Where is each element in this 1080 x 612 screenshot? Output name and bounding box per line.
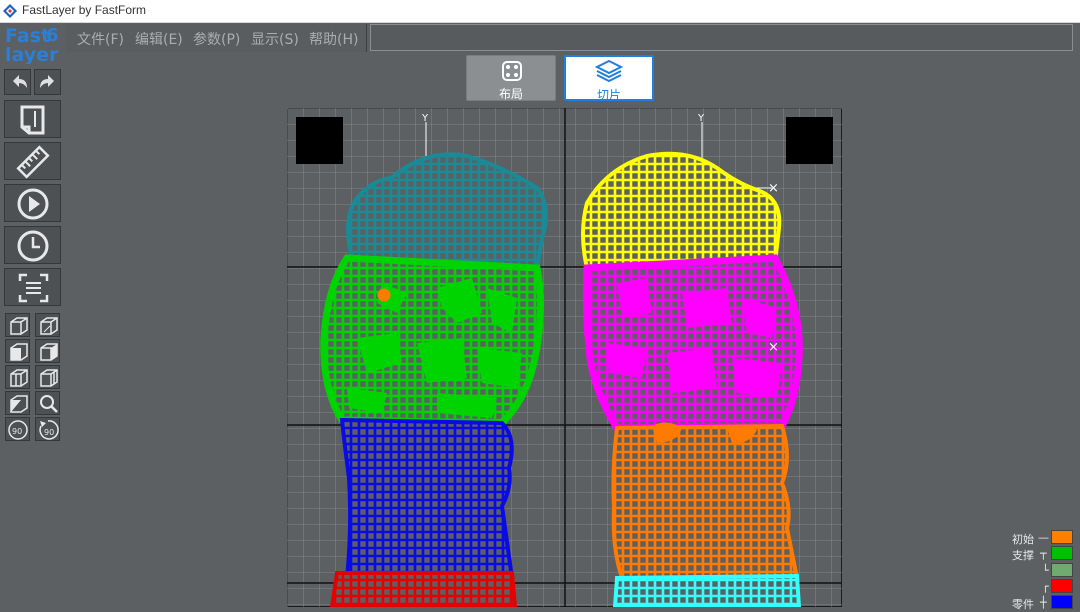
rotate-ccw-90-button[interactable]: 90 xyxy=(35,417,60,441)
svg-text:90: 90 xyxy=(12,427,22,436)
rotate-ccw-90-icon: 90 xyxy=(39,420,59,440)
open-file-icon xyxy=(20,105,45,135)
rotate-cw-90-button[interactable]: 90 xyxy=(5,417,30,441)
view-front-button[interactable] xyxy=(5,339,30,363)
origin-marker xyxy=(377,288,391,302)
redo-icon xyxy=(40,75,54,88)
view-bottom-button[interactable] xyxy=(35,313,60,337)
corner-marker-right xyxy=(786,117,833,164)
measure-button[interactable] xyxy=(4,142,61,180)
legend-support-swatch xyxy=(1051,546,1073,560)
view-back-button[interactable] xyxy=(35,339,60,363)
slice-mode-button[interactable]: 切片 xyxy=(564,55,654,102)
left-sole-base-region xyxy=(329,571,518,607)
scan-button[interactable] xyxy=(4,268,61,306)
command-input[interactable] xyxy=(370,24,1073,51)
app-logo-icon xyxy=(3,4,17,18)
cube-left-icon xyxy=(10,369,28,387)
rotate-cw-90-icon: 90 xyxy=(8,420,28,440)
svg-text:90: 90 xyxy=(44,428,54,437)
cube-top-icon xyxy=(10,317,28,335)
fastlayer-logo: Fast 6 layer xyxy=(2,24,62,64)
legend-initial-swatch xyxy=(1051,530,1073,544)
zoom-button[interactable] xyxy=(35,391,60,415)
legend-support-label: 支撑 xyxy=(1012,549,1034,562)
legend-part-top-connector: ┌ xyxy=(1042,580,1049,593)
history-button[interactable] xyxy=(4,226,61,264)
cube-back-icon xyxy=(40,343,58,361)
legend-initial-connector: — xyxy=(1038,531,1049,544)
axis-y-label-left: Y xyxy=(421,113,429,124)
view-right-button[interactable] xyxy=(35,365,60,389)
menu-edit[interactable]: 编辑(E) xyxy=(135,29,183,49)
legend-part-connector: ┼ xyxy=(1040,596,1047,609)
legend-support-2-swatch xyxy=(1051,563,1073,577)
zoom-icon xyxy=(40,395,58,413)
play-button[interactable] xyxy=(4,184,61,222)
menu-file[interactable]: 文件(F) xyxy=(77,29,124,49)
slice-mode-label: 切片 xyxy=(596,88,621,102)
cube-right-icon xyxy=(40,369,58,387)
legend-part: 零件 ┼ xyxy=(1004,595,1080,611)
cube-front-icon xyxy=(10,343,28,361)
undo-icon xyxy=(13,75,27,88)
menu-display[interactable]: 显示(S) xyxy=(251,29,299,49)
layers-icon xyxy=(594,59,624,83)
undo-button[interactable] xyxy=(4,69,31,95)
axis-y-label-right: Y xyxy=(697,113,705,124)
layout-mode-label: 布局 xyxy=(498,87,523,101)
marker-x-mid: × xyxy=(768,340,779,355)
corner-marker-left xyxy=(296,117,343,164)
play-icon xyxy=(17,188,49,220)
scan-icon xyxy=(18,273,49,303)
redo-button[interactable] xyxy=(34,69,61,95)
right-sole-base-region xyxy=(612,573,802,607)
layout-icon xyxy=(502,61,522,81)
legend-part-label: 零件 xyxy=(1012,598,1034,611)
left-sole-heel-region xyxy=(339,417,515,580)
right-sole-heel-region xyxy=(611,423,800,580)
view-left-button[interactable] xyxy=(5,365,30,389)
menu-bar: 文件(F) 编辑(E) 参数(P) 显示(S) 帮助(H) xyxy=(66,24,367,52)
marker-x-top: × xyxy=(768,181,779,196)
open-file-button[interactable] xyxy=(4,100,61,138)
view-iso-button[interactable] xyxy=(5,391,30,415)
legend-initial-label: 初始 xyxy=(1012,533,1034,546)
legend-support: 支撑 ┬ xyxy=(1004,546,1080,562)
legend-part-top: ┌ xyxy=(1004,579,1080,595)
legend-support-2-connector: └ xyxy=(1042,564,1049,577)
title-bar: FastLayer by FastForm xyxy=(0,0,1080,23)
legend-part-top-swatch xyxy=(1051,579,1073,593)
legend-initial: 初始 — xyxy=(1004,530,1080,546)
slice-viewport[interactable]: Y Y × × xyxy=(287,108,842,607)
cube-bottom-icon xyxy=(40,317,58,335)
menu-help[interactable]: 帮助(H) xyxy=(309,29,358,49)
svg-text:6: 6 xyxy=(46,25,59,46)
ruler-icon xyxy=(16,145,50,179)
layout-mode-button[interactable]: 布局 xyxy=(466,55,556,101)
menu-params[interactable]: 参数(P) xyxy=(193,29,240,49)
clock-icon xyxy=(17,230,49,262)
view-top-button[interactable] xyxy=(5,313,30,337)
cube-iso-icon xyxy=(10,395,28,413)
window-title: FastLayer by FastForm xyxy=(22,3,147,17)
right-sole-model[interactable] xyxy=(581,151,803,607)
svg-text:layer: layer xyxy=(5,44,59,64)
legend-support-connector: ┬ xyxy=(1040,547,1047,560)
legend-support-2: └ xyxy=(1004,563,1080,579)
